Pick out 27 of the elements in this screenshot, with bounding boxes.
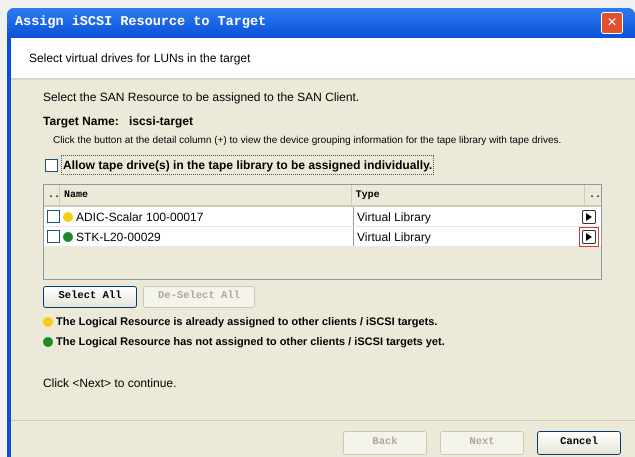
hint-text: Click the button at the detail column (+) to view the device grouping information for the tape library with tape drives.: [52, 134, 562, 148]
column-header: ..: [44, 185, 60, 205]
target-label: Target Name:: [43, 113, 120, 130]
checkbox[interactable]: [45, 158, 58, 172]
table-cell-text: Virtual Library: [357, 228, 431, 246]
table-cell-text: Virtual Library: [357, 208, 431, 226]
row-checkbox[interactable]: [47, 230, 60, 243]
legend-text: The Logical Resource is already assigned to other clients / iSCSI targets.: [56, 315, 438, 330]
select-button[interactable]: Select All: [43, 286, 137, 308]
window-title: Assign iSCSI Resource to Target: [15, 14, 266, 32]
column-header: Name: [60, 185, 352, 205]
play-icon: [585, 212, 593, 220]
table-cell-text: ADIC-Scalar 100-00017: [76, 208, 204, 226]
detail-button[interactable]: [582, 210, 596, 224]
page-subtitle: Select virtual drives for LUNs in the target: [29, 50, 250, 67]
instruction-text: Click <Next> to continue.: [43, 375, 178, 392]
target-name: iscsi-target: [129, 113, 194, 130]
checkbox-label[interactable]: Allow tape drive(s) in the tape library to be assigned individually.: [61, 155, 434, 175]
column-header: Type: [352, 185, 585, 205]
legend-text: The Logical Resource has not assigned to other clients / iSCSI targets yet.: [56, 334, 445, 350]
column-header: ..: [588, 188, 601, 202]
dialog-button[interactable]: Cancel: [537, 431, 621, 455]
instruction-text: Select the SAN Resource to be assigned to the SAN Client.: [43, 89, 360, 106]
row-checkbox[interactable]: [47, 210, 60, 223]
close-button[interactable]: ×: [601, 12, 623, 34]
play-icon: [585, 232, 593, 240]
table-cell-text: STK-L20-00029: [76, 228, 161, 246]
